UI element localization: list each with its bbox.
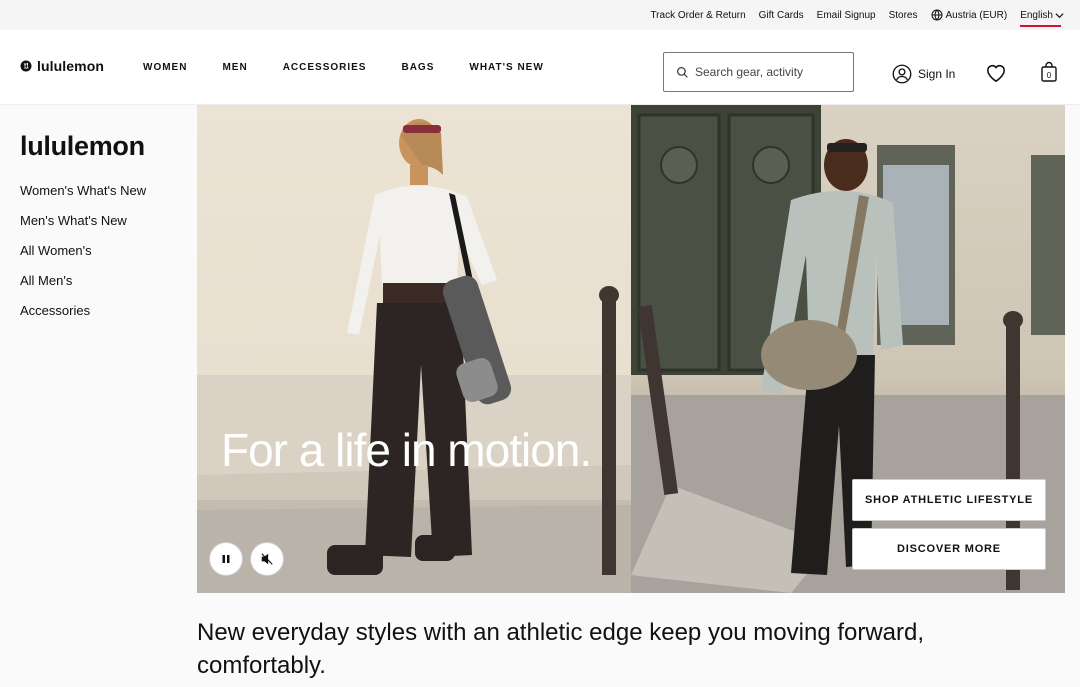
utility-bar: Track Order & Return Gift Cards Email Si… <box>0 0 1080 30</box>
sign-in-button[interactable]: Sign In <box>892 64 955 84</box>
nav-accessories[interactable]: ACCESSORIES <box>283 62 367 73</box>
search-input[interactable] <box>695 65 845 79</box>
sidebar-item-womens-whats-new[interactable]: Women's What's New <box>20 182 146 212</box>
chevron-down-icon <box>1055 12 1064 18</box>
hero-tagline: New everyday styles with an athletic edg… <box>197 619 925 679</box>
gift-cards-link[interactable]: Gift Cards <box>759 10 804 21</box>
shopping-bag-icon: 0 <box>1041 61 1057 82</box>
bag-count: 0 <box>1047 71 1052 80</box>
track-order-link[interactable]: Track Order & Return <box>650 10 745 21</box>
heart-icon <box>987 65 1005 83</box>
shopping-bag-button[interactable]: 0 <box>1040 61 1058 88</box>
main-nav: WOMEN MEN ACCESSORIES BAGS WHAT'S NEW <box>143 30 579 105</box>
pause-button[interactable] <box>209 542 243 576</box>
globe-icon <box>931 9 942 21</box>
pause-icon <box>222 555 230 563</box>
sidebar-item-mens-whats-new[interactable]: Men's What's New <box>20 212 146 242</box>
sidebar-nav: Women's What's New Men's What's New All … <box>20 182 146 332</box>
email-signup-link[interactable]: Email Signup <box>817 10 876 21</box>
nav-women[interactable]: WOMEN <box>143 62 187 73</box>
discover-more-button[interactable]: DISCOVER MORE <box>852 528 1046 570</box>
region-label: Austria (EUR) <box>945 9 1008 21</box>
sign-in-label: Sign In <box>918 67 956 81</box>
nav-men[interactable]: MEN <box>222 62 247 73</box>
nav-whats-new[interactable]: WHAT'S NEW <box>469 62 543 73</box>
nav-bags[interactable]: BAGS <box>401 62 434 73</box>
language-underline <box>1020 24 1061 27</box>
region-selector[interactable]: Austria (EUR) <box>931 9 1008 21</box>
hero-image-left: For a life in motion. <box>197 105 631 593</box>
sidebar-item-all-mens[interactable]: All Men's <box>20 272 146 302</box>
utility-links: Track Order & Return Gift Cards Email Si… <box>650 0 1064 30</box>
hero-illustration-woman <box>197 119 631 593</box>
wishlist-button[interactable] <box>985 63 1007 88</box>
search-box[interactable] <box>663 52 854 92</box>
mute-icon <box>261 553 273 565</box>
language-label: English <box>1020 9 1053 21</box>
hero-banner[interactable]: For a life in motion. SHOP ATHLETIC LIFE… <box>197 105 1065 593</box>
sidebar-title: lululemon <box>20 131 145 161</box>
hero-title: For a life in motion. <box>221 424 592 476</box>
mute-button[interactable] <box>250 542 284 576</box>
sidebar-item-accessories[interactable]: Accessories <box>20 302 146 332</box>
stores-link[interactable]: Stores <box>889 10 918 21</box>
logo-icon <box>20 60 32 72</box>
main-header: lululemon WOMEN MEN ACCESSORIES BAGS WHA… <box>0 30 1080 105</box>
user-icon <box>892 64 912 84</box>
shop-athletic-lifestyle-button[interactable]: SHOP ATHLETIC LIFESTYLE <box>852 479 1046 521</box>
sidebar-item-all-womens[interactable]: All Women's <box>20 242 146 272</box>
logo-text: lululemon <box>37 58 105 74</box>
search-icon <box>677 66 688 78</box>
language-selector[interactable]: English <box>1020 9 1064 27</box>
logo[interactable]: lululemon <box>20 58 104 74</box>
